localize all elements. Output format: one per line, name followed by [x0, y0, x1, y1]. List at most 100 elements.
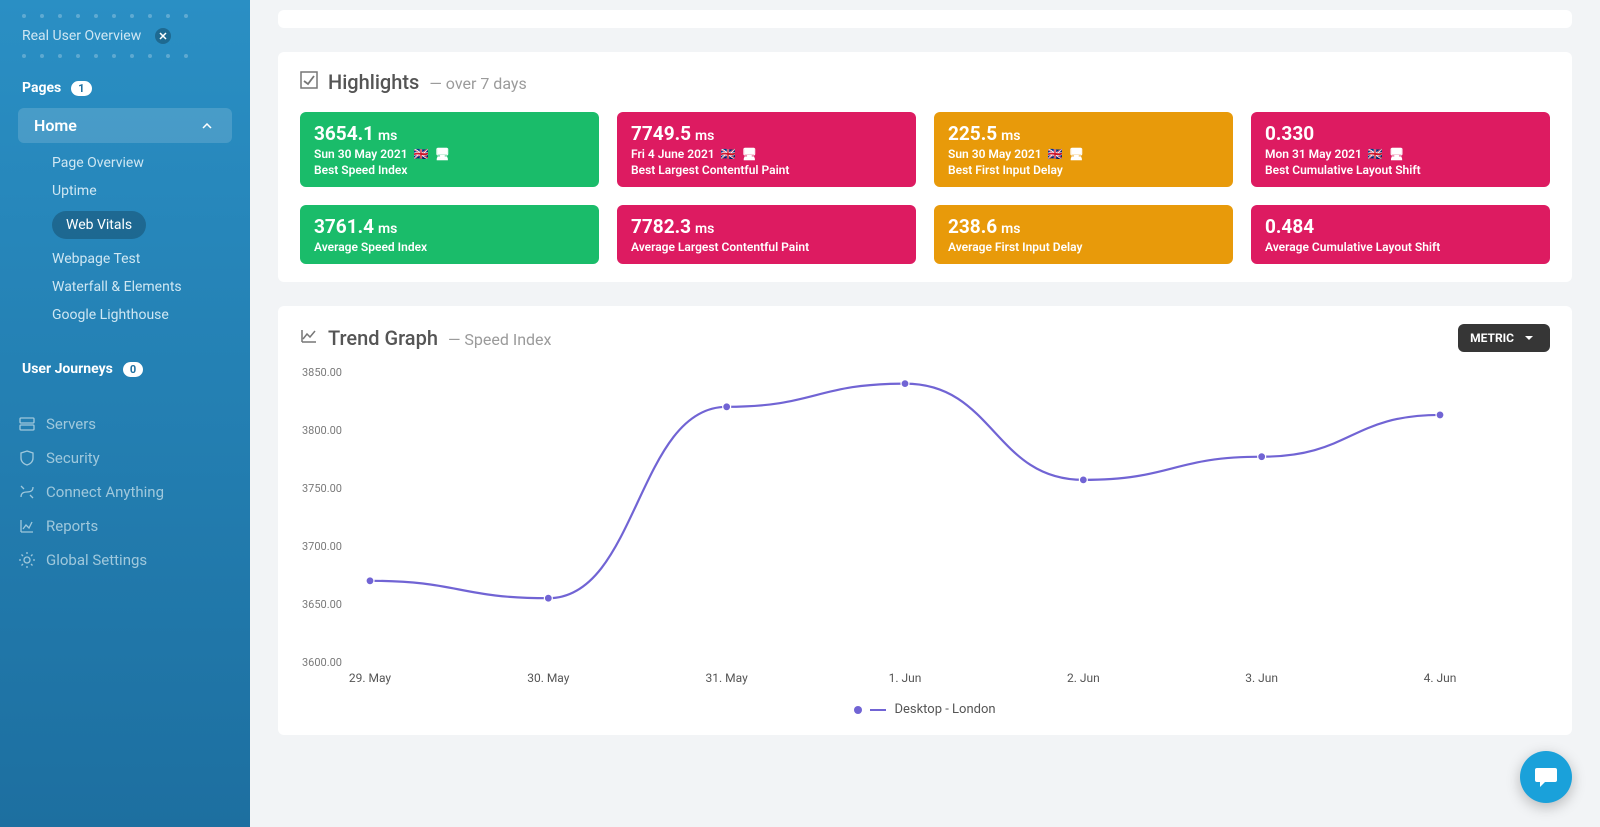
tile-label: Best Cumulative Layout Shift	[1265, 163, 1536, 177]
sidebar-item-servers[interactable]: Servers	[0, 407, 250, 441]
tile-value: 225.5	[948, 122, 997, 145]
highlight-tile[interactable]: 238.6 ms Average First Input Delay	[934, 205, 1233, 264]
sidebar-item-global-settings[interactable]: Global Settings	[0, 543, 250, 577]
sidebar-item-label: Global Settings	[46, 551, 147, 569]
highlight-tile[interactable]: 7782.3 ms Average Largest Contentful Pain…	[617, 205, 916, 264]
svg-text:3850.00: 3850.00	[302, 366, 342, 379]
sidebar-subitem-uptime[interactable]: Uptime	[0, 177, 250, 205]
highlight-tile[interactable]: 0.330 Mon 31 May 2021 🇬🇧 🖥 Best Cumulative…	[1251, 112, 1550, 187]
sidebar-item-label: Reports	[46, 517, 98, 535]
section-title-text: Trend Graph	[328, 326, 438, 350]
pages-count-badge: 1	[71, 81, 91, 96]
tile-value: 238.6	[948, 215, 997, 238]
sidebar-subitem-page-overview[interactable]: Page Overview	[0, 149, 250, 177]
tile-value: 0.330	[1265, 122, 1314, 145]
sidebar-subitem-webpage-test[interactable]: Webpage Test	[0, 245, 250, 273]
highlight-tile[interactable]: 3654.1 msSun 30 May 2021 🇬🇧 🖥Best Speed …	[300, 112, 599, 187]
chevron-up-icon	[198, 117, 216, 135]
check-chart-icon	[300, 71, 318, 89]
monitor-icon: 🖥	[1389, 147, 1404, 161]
flag-icon: 🇬🇧	[1048, 147, 1063, 161]
section-subtitle: — Speed Index	[448, 330, 552, 349]
tile-unit: ms	[1001, 221, 1020, 237]
section-subtitle: — over 7 days	[429, 74, 526, 93]
tile-unit: ms	[695, 221, 714, 237]
section-title-text: Highlights	[328, 70, 419, 94]
sidebar-subitem-google-lighthouse[interactable]: Google Lighthouse	[0, 301, 250, 329]
svg-text:3600.00: 3600.00	[302, 656, 342, 669]
tile-value: 0.484	[1265, 215, 1314, 238]
caret-down-icon	[1520, 329, 1538, 347]
tile-label: Average Speed Index	[314, 240, 585, 254]
close-icon[interactable]	[155, 28, 171, 44]
chat-fab-button[interactable]	[1520, 751, 1572, 803]
chat-icon	[1533, 764, 1559, 790]
sidebar-item-label: User Journeys	[22, 361, 113, 377]
tile-unit: ms	[378, 221, 397, 237]
main-content: Highlights — over 7 days 3654.1 ms Sun 30…	[250, 0, 1600, 827]
sidebar-item-label: Security	[46, 449, 100, 467]
flag-icon: 🇬🇧	[721, 147, 736, 161]
decorative-dots	[0, 54, 250, 58]
sidebar-item-label: Servers	[46, 415, 96, 433]
legend-marker-icon	[854, 706, 862, 714]
trend-icon	[300, 327, 318, 345]
svg-text:29. May: 29. May	[349, 671, 392, 685]
tile-unit: ms	[1001, 128, 1020, 144]
tile-date: Fri 4 June 2021	[631, 147, 715, 161]
svg-text:1. Jun: 1. Jun	[889, 671, 922, 685]
tile-unit: ms	[378, 128, 397, 144]
tile-date: Sun 30 May 2021	[314, 147, 408, 161]
monitor-icon: 🖥	[1069, 147, 1084, 161]
sidebar-item-reports[interactable]: Reports	[0, 509, 250, 543]
tile-unit: ms	[695, 128, 714, 144]
tile-label: Average Cumulative Layout Shift	[1265, 240, 1536, 254]
sidebar-item-connect-anything[interactable]: Connect Anything	[0, 475, 250, 509]
tile-date: Mon 31 May 2021	[1265, 147, 1362, 161]
metric-dropdown-button[interactable]: METRIC	[1458, 324, 1550, 352]
svg-text:3700.00: 3700.00	[302, 540, 342, 553]
server-icon	[18, 415, 36, 433]
journeys-count-badge: 0	[123, 362, 143, 377]
tile-value: 3654.1	[314, 122, 374, 145]
legend-label: Desktop - London	[894, 702, 995, 717]
sidebar-item-label: Connect Anything	[46, 483, 164, 501]
highlight-tile[interactable]: 3761.4 msAverage Speed Index	[300, 205, 599, 264]
tile-value: 7782.3	[631, 215, 691, 238]
sidebar-item-label: Pages	[22, 80, 61, 96]
svg-text:3750.00: 3750.00	[302, 482, 342, 495]
sidebar-subitem-web-vitals[interactable]: Web Vitals	[0, 205, 250, 245]
sidebar-home-expander[interactable]: Home	[18, 108, 232, 143]
gear-icon	[18, 551, 36, 569]
sidebar-subitem-waterfall-elements[interactable]: Waterfall & Elements	[0, 273, 250, 301]
sidebar-item-label: Real User Overview	[22, 28, 141, 44]
tile-label: Best First Input Delay	[948, 163, 1219, 177]
tile-label: Best Largest Contentful Paint	[631, 163, 902, 177]
highlights-title: Highlights — over 7 days	[300, 70, 1550, 94]
sidebar-pages-header[interactable]: Pages 1	[0, 74, 250, 102]
highlight-tile[interactable]: 225.5 msSun 30 May 2021 🇬🇧 🖥Best First I…	[934, 112, 1233, 187]
legend-line-icon	[870, 709, 886, 711]
flag-icon: 🇬🇧	[414, 147, 429, 161]
plug-icon	[18, 483, 36, 501]
highlight-tile[interactable]: 7749.5 msFri 4 June 2021 🇬🇧 🖥Best Larges…	[617, 112, 916, 187]
svg-text:4. Jun: 4. Jun	[1424, 671, 1457, 685]
trend-chart: 3600.003650.003700.003750.003800.003850.…	[300, 362, 1550, 717]
sidebar-item-label: Home	[34, 116, 77, 135]
tile-label: Average First Input Delay	[948, 240, 1219, 254]
sidebar-user-journeys-header[interactable]: User Journeys 0	[0, 355, 250, 383]
metric-button-label: METRIC	[1470, 331, 1514, 345]
sidebar-item-label: Web Vitals	[52, 211, 146, 239]
tile-label: Best Speed Index	[314, 163, 585, 177]
svg-text:3. Jun: 3. Jun	[1245, 671, 1278, 685]
flag-icon: 🇬🇧	[1368, 147, 1383, 161]
svg-text:31. May: 31. May	[706, 671, 749, 685]
highlight-tile[interactable]: 0.484 Average Cumulative Layout Shift	[1251, 205, 1550, 264]
top-card-sliver	[278, 10, 1572, 28]
tile-label: Average Largest Contentful Paint	[631, 240, 902, 254]
decorative-dots	[0, 14, 250, 18]
sidebar-real-user-overview[interactable]: Real User Overview	[0, 22, 250, 50]
highlights-card: Highlights — over 7 days 3654.1 ms Sun 30…	[278, 52, 1572, 282]
tile-value: 7749.5	[631, 122, 691, 145]
sidebar-item-security[interactable]: Security	[0, 441, 250, 475]
